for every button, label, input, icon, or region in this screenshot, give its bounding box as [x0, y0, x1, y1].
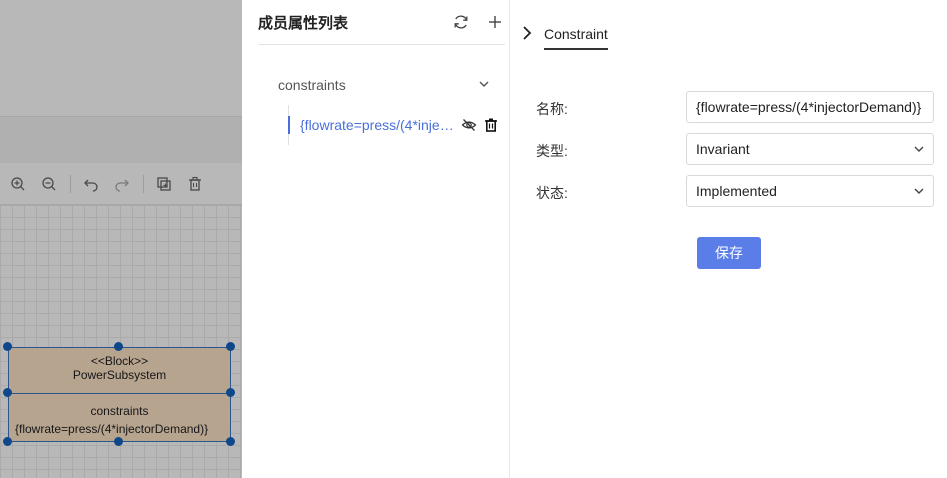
- status-select-value[interactable]: Implemented: [696, 183, 905, 199]
- name-field-value[interactable]: {flowrate=press/(4*injectorDemand)}: [696, 99, 933, 115]
- tab-constraint[interactable]: Constraint: [544, 26, 608, 42]
- collapse-chevron-icon[interactable]: [519, 24, 535, 42]
- save-button[interactable]: 保存: [697, 237, 761, 269]
- active-tab-indicator: [544, 48, 608, 50]
- status-select[interactable]: Implemented: [686, 175, 934, 207]
- modal-overlay[interactable]: [0, 0, 242, 478]
- add-icon[interactable]: [485, 12, 505, 32]
- type-label: 类型:: [536, 143, 568, 159]
- diagram-canvas-area: <<Block>> PowerSubsystem constraints {fl…: [0, 0, 242, 478]
- member-panel-title: 成员属性列表: [258, 14, 349, 32]
- refresh-icon[interactable]: [451, 12, 471, 32]
- tree-group-constraints[interactable]: constraints: [278, 74, 490, 96]
- type-select[interactable]: Invariant: [686, 133, 934, 165]
- member-property-panel: 成员属性列表 constraints {flowrate=press/(4*in…: [242, 0, 510, 478]
- eye-off-icon[interactable]: [460, 116, 478, 134]
- member-panel-header: 成员属性列表: [258, 0, 505, 45]
- name-label: 名称:: [536, 101, 568, 117]
- tree-group-label: constraints: [278, 77, 346, 93]
- status-label: 状态:: [536, 185, 568, 201]
- name-field[interactable]: {flowrate=press/(4*injectorDemand)}: [686, 91, 934, 123]
- chevron-down-icon[interactable]: [478, 77, 490, 93]
- tree-item[interactable]: {flowrate=press/(4*injectorDemand)}: [288, 114, 502, 136]
- chevron-down-icon[interactable]: [905, 176, 933, 206]
- type-select-value[interactable]: Invariant: [696, 141, 905, 157]
- trash-icon[interactable]: [482, 116, 500, 134]
- constraint-detail-panel: Constraint 名称: {flowrate=press/(4*inject…: [511, 0, 947, 478]
- selected-indicator: [288, 116, 290, 134]
- tree-item-label[interactable]: {flowrate=press/(4*injectorDemand)}: [300, 117, 456, 133]
- chevron-down-icon[interactable]: [905, 134, 933, 164]
